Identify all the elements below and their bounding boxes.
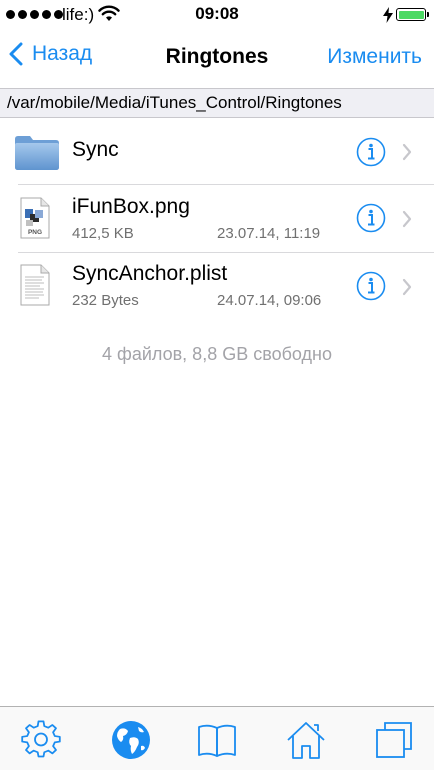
file-date: 24.07.14, 09:06	[217, 292, 322, 309]
png-label: PNG	[28, 229, 42, 236]
file-name: SyncAnchor.plist	[72, 262, 228, 285]
chevron-right-icon	[402, 143, 412, 161]
file-size: 412,5 KB	[72, 225, 134, 242]
current-path: /var/mobile/Media/iTunes_Control/Rington…	[7, 93, 342, 112]
back-button[interactable]: Назад	[8, 42, 92, 66]
chevron-right-icon	[402, 278, 412, 296]
battery-tip	[427, 12, 429, 17]
file-name: Sync	[72, 138, 119, 161]
list-item[interactable]: Sync	[0, 119, 434, 185]
info-icon[interactable]	[356, 271, 386, 301]
status-bar: life:) 09:08	[0, 0, 434, 30]
info-icon[interactable]	[356, 203, 386, 233]
book-icon[interactable]	[197, 720, 237, 760]
file-size: 232 Bytes	[72, 292, 139, 309]
png-file-icon: PNG	[20, 197, 50, 239]
back-button-label: Назад	[32, 42, 93, 65]
storage-summary: 4 файлов, 8,8 GB свободно	[102, 344, 332, 364]
file-name: iFunBox.png	[72, 195, 190, 218]
tab-bar	[0, 706, 434, 770]
chevron-left-icon	[9, 42, 23, 66]
path-bar: /var/mobile/Media/iTunes_Control/Rington…	[0, 88, 434, 118]
battery-icon	[396, 8, 426, 21]
charging-icon	[383, 7, 393, 23]
home-icon[interactable]	[286, 720, 326, 760]
gear-icon[interactable]	[21, 720, 61, 760]
status-time: 09:08	[195, 4, 239, 23]
info-icon[interactable]	[356, 137, 386, 167]
chevron-right-icon	[402, 210, 412, 228]
navigation-bar: Назад Ringtones Изменить	[0, 30, 434, 88]
edit-button[interactable]: Изменить	[327, 45, 422, 69]
windows-icon[interactable]	[374, 720, 414, 760]
list-item[interactable]: SyncAnchor.plist 232 Bytes 24.07.14, 09:…	[0, 253, 434, 319]
list-item[interactable]: PNG iFunBox.png 412,5 KB 23.07.14, 11:19	[0, 185, 434, 253]
file-date: 23.07.14, 11:19	[217, 225, 321, 242]
document-file-icon	[20, 264, 50, 306]
globe-icon[interactable]	[111, 720, 151, 760]
folder-icon	[15, 136, 59, 170]
